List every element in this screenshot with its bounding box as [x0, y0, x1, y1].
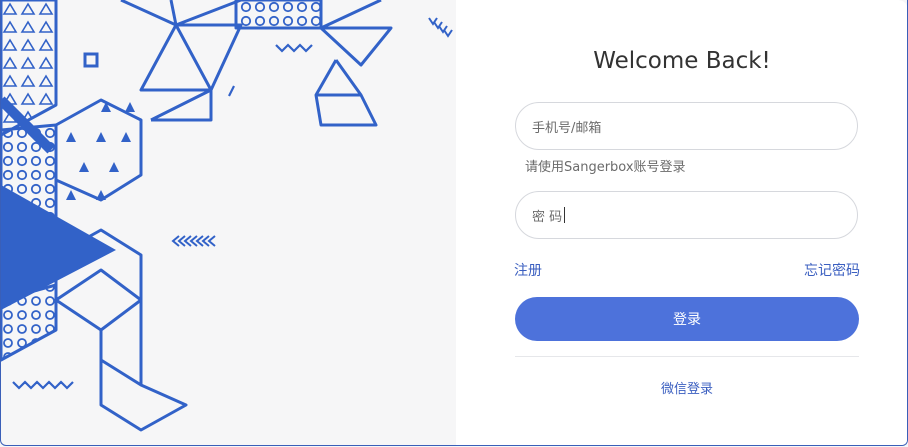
- login-button[interactable]: 登录: [515, 297, 859, 341]
- text-caret: [564, 207, 566, 223]
- password-placeholder: 密 码: [532, 209, 563, 225]
- divider: [515, 356, 859, 357]
- forgot-password-link[interactable]: 忘记密码: [804, 260, 860, 280]
- account-placeholder: 手机号/邮箱: [532, 120, 602, 136]
- account-input[interactable]: 手机号/邮箱: [515, 102, 858, 150]
- password-input[interactable]: 密 码: [515, 191, 858, 239]
- decorative-geometric-artwork: [1, 0, 453, 432]
- login-window: Welcome Back! 手机号/邮箱 请使用Sangerbox账号登录 密 …: [0, 0, 908, 446]
- wechat-login-link[interactable]: 微信登录: [456, 378, 907, 397]
- register-link[interactable]: 注册: [514, 260, 542, 280]
- account-hint: 请使用Sangerbox账号登录: [525, 160, 686, 175]
- page-title: Welcome Back!: [593, 48, 771, 74]
- login-panel: Welcome Back! 手机号/邮箱 请使用Sangerbox账号登录 密 …: [456, 0, 907, 445]
